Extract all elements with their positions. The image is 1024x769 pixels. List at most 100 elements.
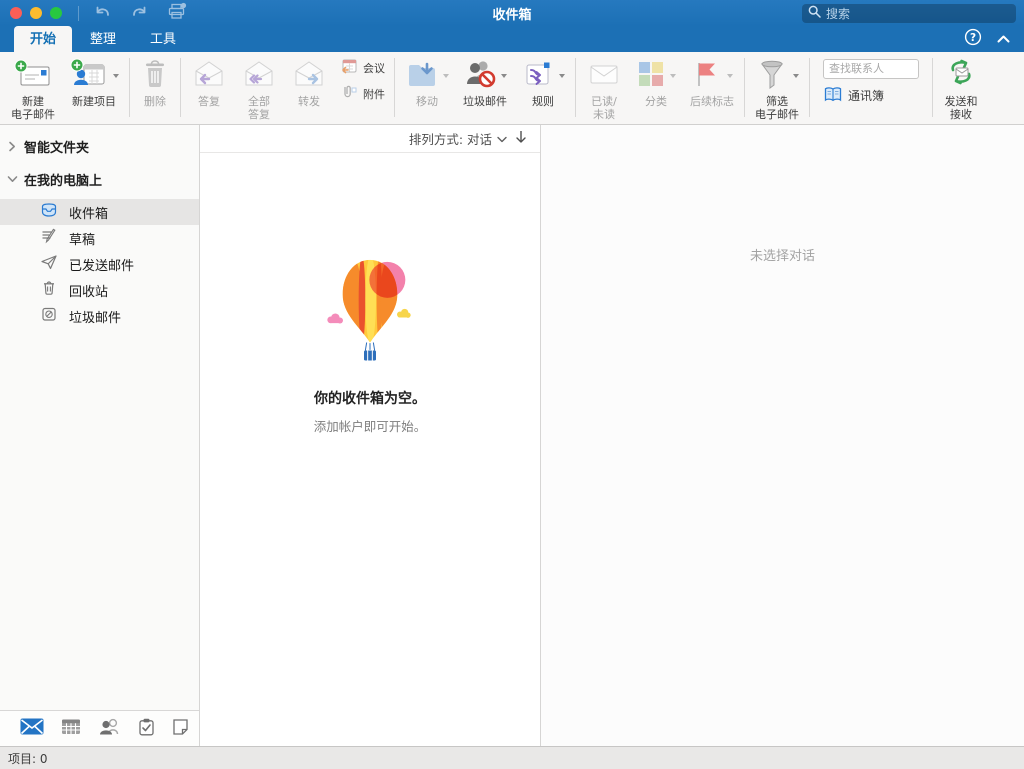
attachment-button[interactable]: 附件 — [340, 85, 385, 103]
undo-icon[interactable] — [93, 3, 112, 23]
empty-inbox-subtitle: 添加帐户即可开始。 — [314, 416, 427, 435]
people-module-icon[interactable] — [98, 718, 121, 739]
new-email-label: 新建 电子邮件 — [11, 95, 55, 121]
tab-home[interactable]: 开始 — [14, 26, 72, 52]
tab-organize[interactable]: 整理 — [74, 28, 132, 52]
help-icon[interactable]: ? — [964, 28, 982, 50]
trash-label: 回收站 — [69, 281, 108, 300]
zoom-button[interactable] — [50, 7, 62, 19]
rules-button[interactable]: 规则 — [514, 57, 572, 108]
sidebar-item-junk[interactable]: 垃圾邮件 — [0, 303, 199, 329]
forward-button[interactable]: 转发 — [284, 57, 334, 108]
new-email-icon — [13, 58, 53, 94]
address-book-icon — [823, 86, 843, 107]
sort-by-control[interactable]: 排列方式: 对话 — [409, 129, 507, 148]
close-button[interactable] — [10, 7, 22, 19]
dropdown-caret — [113, 74, 119, 78]
new-items-label: 新建项目 — [72, 95, 116, 108]
status-bar: 项目: 0 — [0, 746, 1024, 769]
notes-module-icon[interactable] — [172, 718, 189, 739]
sent-label: 已发送邮件 — [69, 255, 134, 274]
ribbon-tabbar: 开始 整理 工具 ? — [0, 26, 1024, 52]
search-icon — [808, 5, 821, 22]
send-receive-button[interactable]: 发送和 接收 — [936, 57, 986, 121]
move-folder-icon — [405, 59, 439, 93]
reply-button[interactable]: 答复 — [184, 57, 234, 108]
drafts-icon — [40, 227, 58, 249]
categorize-button[interactable]: 分类 — [629, 57, 683, 108]
move-button[interactable]: 移动 — [398, 57, 456, 108]
move-label: 移动 — [416, 95, 438, 108]
address-book-button[interactable]: 通讯簿 — [823, 86, 919, 107]
ribbon-divider — [575, 58, 576, 117]
collapse-ribbon-icon[interactable] — [997, 32, 1010, 47]
read-unread-label: 已读/ 未读 — [591, 95, 617, 121]
ribbon: 新建 电子邮件 新建项目 删除 答复 全部 答复 转发 会议 — [0, 52, 1024, 125]
categories-icon — [636, 59, 666, 93]
search-field[interactable] — [802, 4, 1016, 23]
attachment-label: 附件 — [363, 88, 385, 101]
traffic-lights — [10, 7, 62, 19]
message-list: 排列方式: 对话 — [200, 125, 541, 746]
dropdown-caret — [443, 74, 449, 78]
delete-button[interactable]: 删除 — [133, 57, 177, 108]
trash-folder-icon — [40, 279, 58, 301]
sort-by-label: 排列方式: 对话 — [409, 129, 492, 148]
meeting-button[interactable]: 会议 — [340, 59, 385, 77]
ribbon-divider — [932, 58, 933, 117]
filter-email-button[interactable]: 筛选 电子邮件 — [748, 57, 806, 121]
search-input[interactable] — [826, 7, 1010, 21]
ribbon-divider — [394, 58, 395, 117]
filter-email-label: 筛选 电子邮件 — [755, 95, 799, 121]
reply-icon — [191, 59, 227, 93]
sidebar-item-inbox[interactable]: 收件箱 — [0, 199, 199, 225]
sort-direction-icon[interactable] — [515, 130, 527, 147]
tab-tools[interactable]: 工具 — [134, 28, 192, 52]
balloon-illustration — [320, 253, 420, 372]
sidebar-item-trash[interactable]: 回收站 — [0, 277, 199, 303]
inbox-icon — [40, 201, 58, 223]
titlebar: 收件箱 — [0, 0, 1024, 26]
calendar-module-icon[interactable] — [61, 718, 81, 739]
trash-icon — [140, 58, 170, 94]
reply-all-icon — [241, 59, 277, 93]
sidebar-group-smart-folders[interactable]: 智能文件夹 — [0, 133, 199, 159]
dropdown-caret — [670, 74, 676, 78]
ribbon-divider — [180, 58, 181, 117]
minimize-button[interactable] — [30, 7, 42, 19]
rules-icon — [521, 59, 555, 93]
reply-all-button[interactable]: 全部 答复 — [234, 57, 284, 121]
tasks-module-icon[interactable] — [138, 718, 155, 740]
categorize-label: 分类 — [645, 95, 667, 108]
junk-button[interactable]: 垃圾邮件 — [456, 57, 514, 108]
new-items-button[interactable]: 新建项目 — [62, 57, 126, 108]
junk-label: 垃圾邮件 — [463, 95, 507, 108]
dropdown-caret — [559, 74, 565, 78]
reading-pane: 未选择对话 — [541, 125, 1024, 746]
new-email-button[interactable]: 新建 电子邮件 — [4, 57, 62, 121]
junk-label: 垃圾邮件 — [69, 307, 121, 326]
paperclip-icon — [340, 84, 358, 104]
follow-up-button[interactable]: 后续标志 — [683, 57, 741, 108]
sidebar-item-drafts[interactable]: 草稿 — [0, 225, 199, 251]
address-book-label: 通讯簿 — [848, 90, 884, 103]
sidebar-item-sent[interactable]: 已发送邮件 — [0, 251, 199, 277]
funnel-icon — [755, 58, 789, 94]
send-receive-arrows-icon — [943, 58, 979, 94]
print-icon[interactable] — [167, 2, 187, 24]
forward-icon — [291, 59, 327, 93]
mail-module-icon[interactable] — [20, 718, 44, 739]
redo-icon[interactable] — [130, 3, 149, 23]
junk-folder-icon — [40, 305, 58, 327]
read-unread-button[interactable]: 已读/ 未读 — [579, 57, 629, 121]
rules-label: 规则 — [532, 95, 554, 108]
sidebar-group-on-my-computer[interactable]: 在我的电脑上 — [0, 166, 199, 192]
drafts-label: 草稿 — [69, 229, 95, 248]
item-count-label: 项目: 0 — [8, 750, 48, 767]
chevron-down-icon — [497, 131, 507, 146]
chevron-down-icon — [0, 175, 24, 183]
titlebar-divider — [78, 6, 79, 21]
find-contact-input[interactable] — [823, 59, 919, 79]
new-items-icon — [69, 58, 109, 94]
ribbon-divider — [809, 58, 810, 117]
